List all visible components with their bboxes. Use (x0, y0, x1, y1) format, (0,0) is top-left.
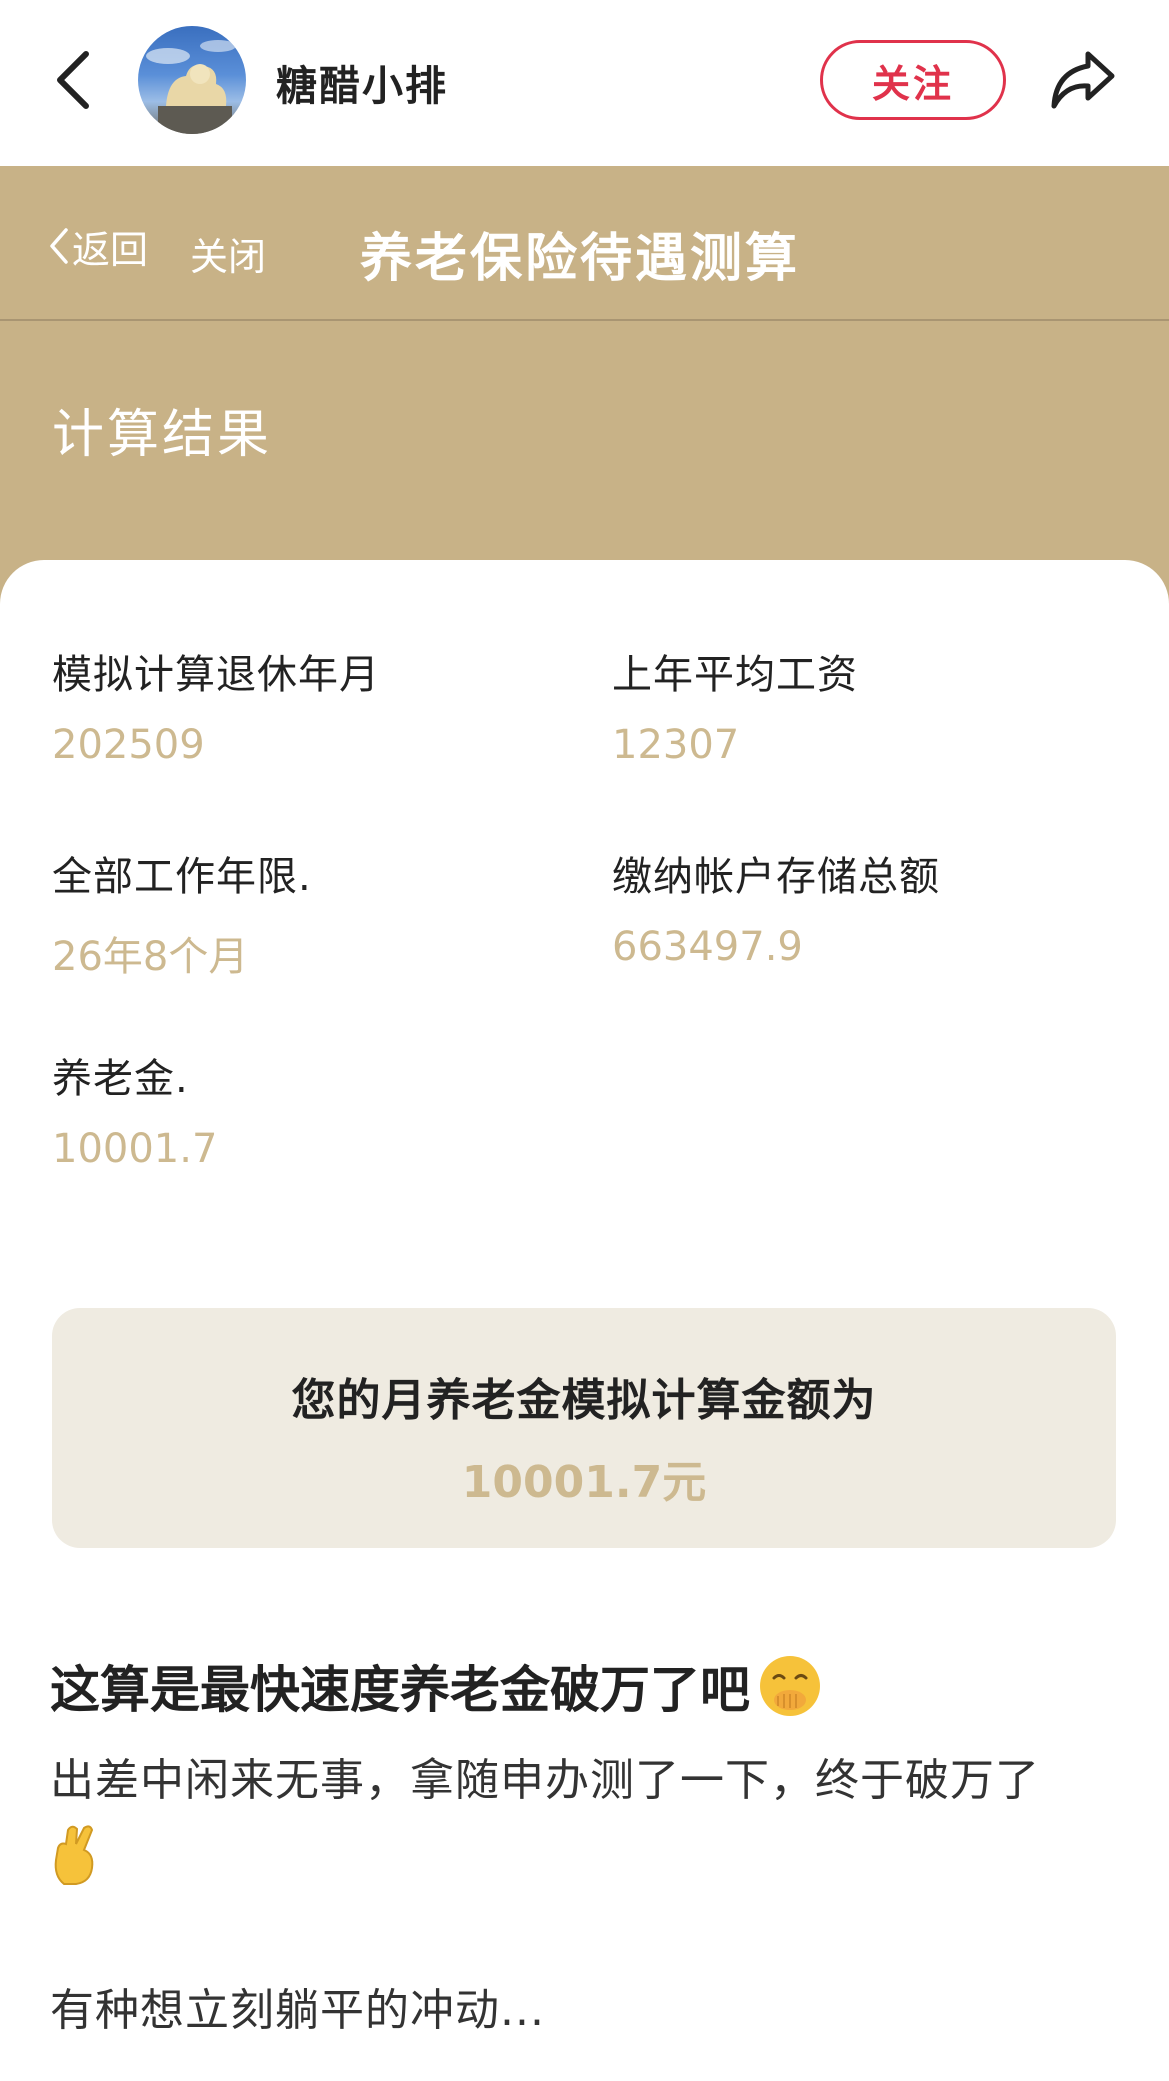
crossed-fingers-emoji (50, 1824, 100, 1886)
page-title: 养老保险待遇测算 (360, 229, 801, 289)
web-close-button[interactable]: 关闭 (190, 226, 266, 281)
summary-value: 10001.7元 (461, 1457, 707, 1508)
avatar[interactable] (138, 26, 246, 134)
monthly-pension-summary: 您的月养老金模拟计算金额为 10001.7元 (52, 1308, 1116, 1548)
app-top-bar: 糖醋小排 关注 (0, 0, 1169, 166)
share-button[interactable] (1048, 46, 1118, 112)
results-card: 模拟计算退休年月 202509 上年平均工资 12307 全部工作年限. 26年… (0, 560, 1169, 2081)
chevron-left-icon (57, 51, 89, 109)
chevron-left-icon (50, 228, 68, 264)
field-label: 缴纳帐户存储总额 (612, 854, 940, 900)
field-value: 12307 (612, 722, 740, 768)
web-back-button[interactable]: 返回 (48, 226, 148, 272)
post-footer-text: 有种想立刻躺平的冲动... (50, 1985, 545, 2036)
account-total-field: 缴纳帐户存储总额 663497.9 (612, 844, 940, 970)
pension-field: 养老金. 10001.7 (52, 1046, 217, 1172)
work-years-field: 全部工作年限. 26年8个月 (52, 844, 312, 982)
summary-label: 您的月养老金模拟计算金额为 (291, 1375, 877, 1426)
average-wage-field: 上年平均工资 12307 (612, 642, 858, 768)
calculator-header: 返回 关闭 养老保险待遇测算 计算结果 (0, 166, 1169, 606)
field-label: 上年平均工资 (612, 652, 858, 698)
post-body: 出差中闲来无事，拿随申办测了一下，终于破万了 (50, 1745, 1130, 1889)
field-label: 模拟计算退休年月 (52, 652, 380, 698)
section-title: 计算结果 (52, 405, 273, 465)
field-label: 养老金. (52, 1056, 189, 1102)
web-back-label: 返回 (72, 227, 149, 272)
field-value: 663497.9 (612, 924, 803, 970)
lion-statue-image (146, 40, 236, 134)
post-title: 这算是最快速度养老金破万了吧 (50, 1650, 820, 1722)
web-nav-bar: 返回 关闭 养老保险待遇测算 (0, 166, 1169, 321)
retirement-date-field: 模拟计算退休年月 202509 (52, 642, 380, 768)
field-label: 全部工作年限. (52, 854, 312, 900)
hand-over-mouth-emoji (760, 1656, 820, 1716)
field-value: 202509 (52, 722, 205, 768)
username[interactable]: 糖醋小排 (276, 52, 448, 112)
share-arrow-icon (1051, 51, 1115, 109)
post-body-text: 出差中闲来无事，拿随申办测了一下，终于破万了 (50, 1755, 1040, 1806)
post-title-text: 这算是最快速度养老金破万了吧 (50, 1661, 750, 1719)
follow-button[interactable]: 关注 (820, 40, 1006, 120)
back-button[interactable] (50, 48, 100, 112)
field-value: 10001.7 (52, 1126, 218, 1172)
field-value: 26年8个月 (52, 934, 249, 980)
